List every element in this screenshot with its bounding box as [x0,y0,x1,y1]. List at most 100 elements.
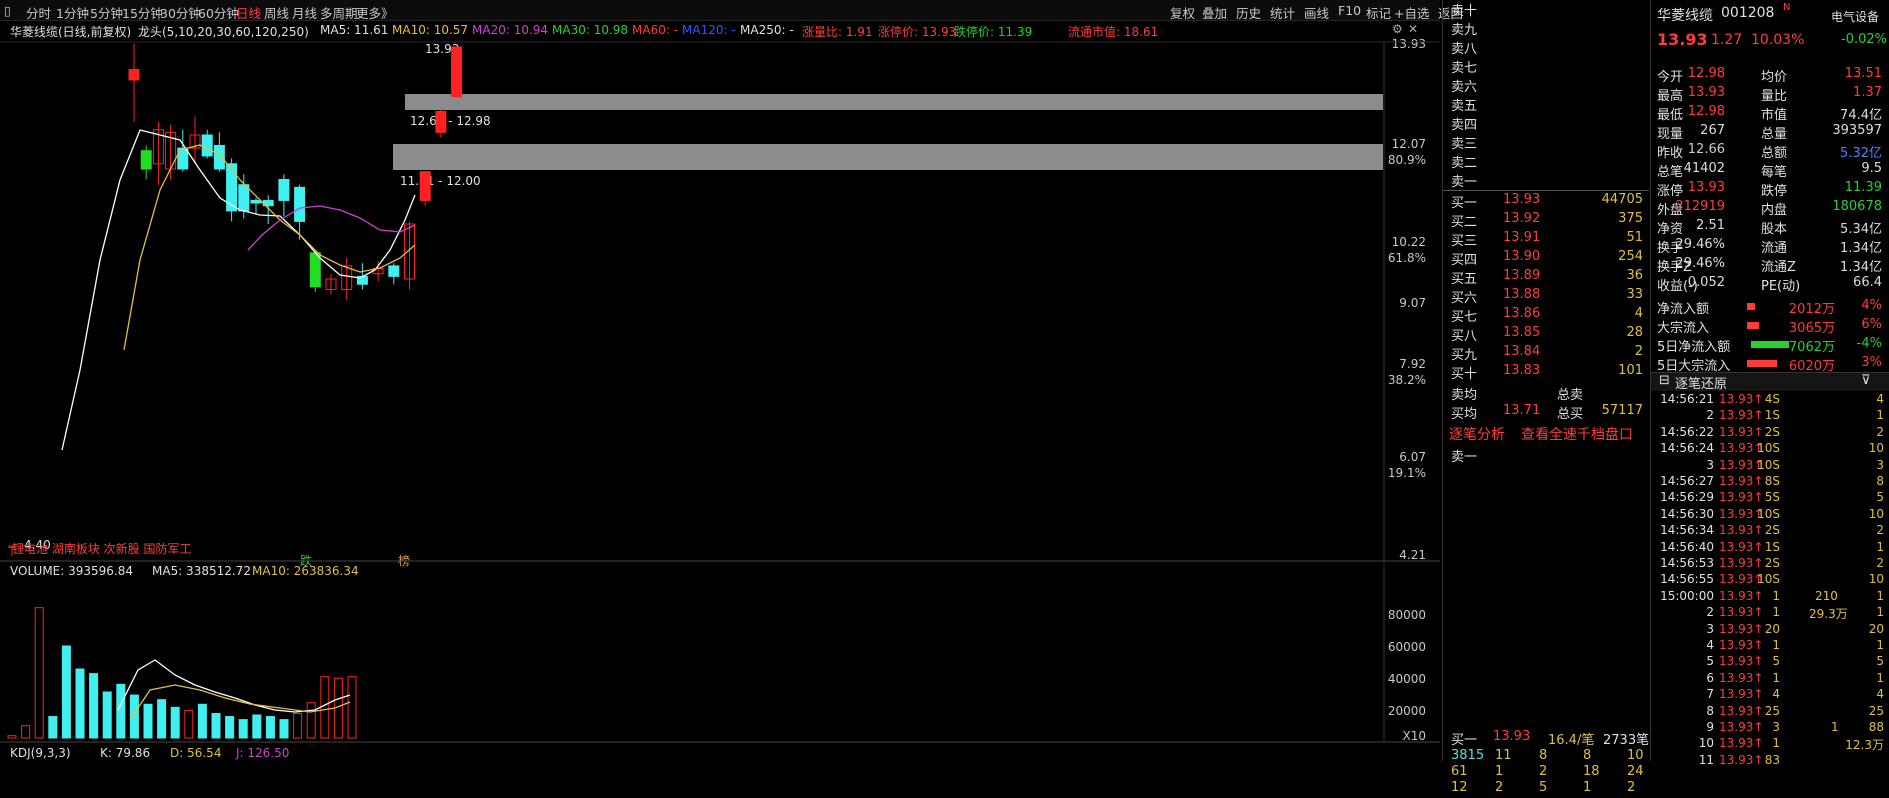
tick-accum: 10 [1868,572,1884,587]
stat-value: 66.4 [1853,275,1882,290]
stat-value: 5.32亿 [1840,146,1882,161]
tick-accum: 5 [1876,654,1884,669]
tick-time: 14:56:22 [1660,424,1714,439]
buy-level-price: 13.92 [1503,211,1541,226]
tick-time: 3 [1706,621,1714,636]
volume-bar [116,683,126,739]
tick-volume: 1 [1772,605,1780,620]
tick-price: 13.93↑ [1719,720,1764,734]
toolbar-collapse-icon[interactable]: ▯ [4,3,11,18]
volume-bar [320,676,330,739]
sell-level-label: 卖九 [1451,23,1478,38]
buy-level-label: 买九 [1451,348,1478,363]
stat-value: 9.5 [1861,161,1882,176]
tick-time: 11 [1698,752,1714,767]
order-queue-cell: 2 [1627,780,1636,795]
tick-price: 13.93↑ [1719,408,1764,423]
stat-value: 2.51 [1696,218,1725,233]
price-candle [435,110,447,133]
volume-bar [170,706,180,739]
tick-time: 14:56:29 [1660,490,1714,505]
fund-flow-bar [1747,322,1759,329]
total-buy-label: 总买 [1557,407,1584,422]
volume-bar [48,716,58,739]
buy-level-volume: 254 [1618,249,1643,264]
tick-time: 14:56:40 [1660,539,1714,554]
tick-analysis-link[interactable]: 逐笔分析 [1449,424,1505,443]
tick-volume: 8S [1764,474,1780,488]
price-change-pct: 10.03% [1751,32,1805,48]
price-candle [128,69,140,81]
volume-bar [89,673,99,739]
price-candle [451,46,463,98]
tick-time: 5 [1706,654,1714,669]
fund-flow-value: 6020万 [1788,359,1835,374]
order-queue-cell: 2 [1495,780,1504,795]
ticks-filter-icon[interactable]: ⊽ [1861,373,1871,391]
stat-value: 1.34亿 [1840,260,1882,275]
kline-chart-area[interactable]: 华菱线缆(日线,前复权) 龙头(5,10,20,30,60,120,250) M… [0,20,1440,761]
tick-price: 13.93↑ [1719,621,1764,636]
tick-time: 14:56:34 [1660,523,1714,538]
stat-label: 最低 [1657,108,1684,123]
stat-value: 180678 [1832,199,1882,214]
avg-sell-label: 卖均 [1451,388,1478,403]
volume-bar [293,712,303,739]
tick-volume: 5 [1772,654,1780,669]
fund-flow-bar [1747,303,1755,310]
tick-time: 15:00:00 [1660,588,1714,603]
buy-level-label: 买二 [1451,215,1478,230]
buy-level-volume: 28 [1626,325,1643,340]
tick-volume: 3 [1772,720,1780,734]
stat-label: 昨收 [1657,146,1684,161]
stat-label: 今开 [1657,70,1684,85]
stat-label: 最高 [1657,89,1684,104]
tick-accum: 1 [1876,638,1884,652]
tick-accum: 12.3万 [1845,738,1884,753]
stat-value: 13.93 [1687,85,1725,100]
tick-volume: 25 [1764,703,1780,718]
tick-time: 8 [1706,703,1714,718]
stat-label: 跌停 [1761,184,1788,199]
full-depth-link[interactable]: 查看全速千档盘口 [1521,424,1633,443]
tick-price: 13.93↑ [1719,605,1764,620]
tick-volume: 10S [1757,572,1780,587]
fund-flow-label: 大宗流入 [1657,321,1710,336]
fund-flow-pct: 4% [1861,298,1882,313]
stat-value: 0.052 [1687,275,1725,290]
support-zone-bar [393,144,1383,170]
stat-label: 均价 [1761,70,1788,85]
order-queue-cell: 5 [1539,780,1548,795]
buy-level-price: 13.89 [1503,268,1541,283]
bottom-buy1-price: 13.93 [1493,729,1531,744]
volume-bar [279,719,289,739]
price-candle [213,144,225,170]
stat-label: PE(动) [1761,279,1801,294]
tick-accum: 2 [1876,556,1884,570]
tick-volume: 83 [1764,752,1780,767]
stat-value: 12.98 [1687,104,1725,119]
stat-value: 1.37 [1853,85,1882,100]
tick-volume: 20 [1764,621,1780,636]
price-candle [201,134,213,157]
buy-level-volume: 36 [1626,268,1643,283]
volume-bar [61,645,71,739]
tick-time: 14:56:21 [1660,392,1714,406]
tick-price: 13.93↑ [1719,638,1764,652]
ticks-expand-icon[interactable]: ⊟ [1659,373,1670,391]
volume-bar [184,709,194,739]
tick-price: 13.93↑ [1719,556,1764,570]
tick-volume: 2S [1764,523,1780,538]
stat-label: 市值 [1761,108,1788,123]
price-candle [419,171,431,201]
sell-level-label: 卖二 [1451,156,1478,171]
industry-name[interactable]: 电气设备 [1831,8,1879,26]
price-candle [309,252,321,288]
order-queue-cell: 12 [1451,780,1468,795]
tick-time: 7 [1706,687,1714,702]
tick-volume: 4S [1764,392,1780,406]
buy-level-price: 13.88 [1503,287,1541,302]
stat-label: 现量 [1657,127,1684,142]
tool-f10[interactable]: F10 [1338,3,1361,18]
buy-level-label: 买六 [1451,291,1478,306]
